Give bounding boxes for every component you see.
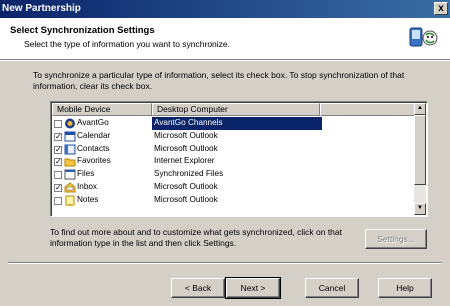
list-item[interactable]: Files Synchronized Files <box>52 168 416 181</box>
sync-wizard-icon <box>407 23 439 53</box>
column-header-mobile-device[interactable]: Mobile Device <box>52 103 152 116</box>
button-divider <box>8 262 442 264</box>
help-button[interactable]: Help <box>378 278 432 298</box>
back-button[interactable]: < Back <box>171 278 225 298</box>
scroll-up-icon[interactable]: ▲ <box>414 103 426 115</box>
header-separator <box>0 60 450 61</box>
desktop-name: Microsoft Outlook <box>154 143 218 153</box>
info-text: To find out more about and to customize … <box>50 227 342 248</box>
list-scrollbar[interactable]: ▲ ▼ <box>414 103 426 215</box>
desktop-name: Internet Explorer <box>154 156 215 166</box>
page-title: Select Synchronization Settings <box>10 25 155 36</box>
list-item[interactable]: Notes Microsoft Outlook <box>52 194 416 207</box>
checkbox-favorites[interactable]: ✓ <box>54 158 62 167</box>
inbox-icon <box>64 182 76 193</box>
window-titlebar: New Partnership x <box>0 0 450 18</box>
contacts-icon <box>64 144 76 155</box>
avantgo-icon <box>65 118 75 129</box>
list-item[interactable]: ✓ Inbox Microsoft Outlook <box>52 181 416 194</box>
column-header-filler <box>320 103 416 116</box>
sync-type-list[interactable]: Mobile Device Desktop Computer AvantGo A… <box>50 101 428 217</box>
notes-icon <box>65 195 75 206</box>
list-item[interactable]: AvantGo AvantGo Channels <box>52 117 416 130</box>
scroll-down-icon[interactable]: ▼ <box>414 203 426 215</box>
device-name: Calendar <box>77 130 111 140</box>
list-item[interactable]: ✓ Favorites Internet Explorer <box>52 155 416 168</box>
checkbox-contacts[interactable]: ✓ <box>54 145 62 154</box>
desktop-name: AvantGo Channels <box>152 117 322 130</box>
page-subtitle: Select the type of information you want … <box>24 39 231 49</box>
wizard-header: Select Synchronization Settings Select t… <box>0 18 450 60</box>
device-name: AvantGo <box>77 118 109 127</box>
scroll-thumb[interactable] <box>414 115 426 185</box>
device-name: Files <box>77 169 95 179</box>
device-name: Favorites <box>77 156 111 166</box>
calendar-icon <box>64 131 76 142</box>
files-icon <box>64 169 76 180</box>
close-button[interactable]: x <box>434 2 448 15</box>
device-name: Notes <box>77 194 99 204</box>
favorites-folder-icon <box>64 158 76 167</box>
desktop-name: Microsoft Outlook <box>154 194 218 204</box>
list-item[interactable]: ✓ Contacts Microsoft Outlook <box>52 143 416 156</box>
desktop-name: Microsoft Outlook <box>154 130 218 140</box>
list-rows: AvantGo AvantGo Channels ✓ Calendar Micr… <box>52 117 416 207</box>
desktop-name: Synchronized Files <box>154 169 224 179</box>
window-title: New Partnership <box>2 3 81 14</box>
checkbox-files[interactable] <box>54 171 62 180</box>
checkbox-calendar[interactable]: ✓ <box>54 132 62 141</box>
intro-text: To synchronize a particular type of info… <box>33 70 405 91</box>
settings-button[interactable]: Settings... <box>365 229 427 249</box>
device-name: Contacts <box>77 143 110 153</box>
next-button[interactable]: Next > <box>225 277 281 299</box>
desktop-name: Microsoft Outlook <box>154 181 218 191</box>
checkbox-notes[interactable] <box>54 196 62 205</box>
checkbox-avantgo[interactable] <box>54 120 62 128</box>
list-item[interactable]: ✓ Calendar Microsoft Outlook <box>52 130 416 143</box>
checkbox-inbox[interactable]: ✓ <box>54 183 62 192</box>
device-name: Inbox <box>77 181 98 191</box>
cancel-button[interactable]: Cancel <box>305 278 359 298</box>
column-header-desktop-computer[interactable]: Desktop Computer <box>152 103 320 116</box>
